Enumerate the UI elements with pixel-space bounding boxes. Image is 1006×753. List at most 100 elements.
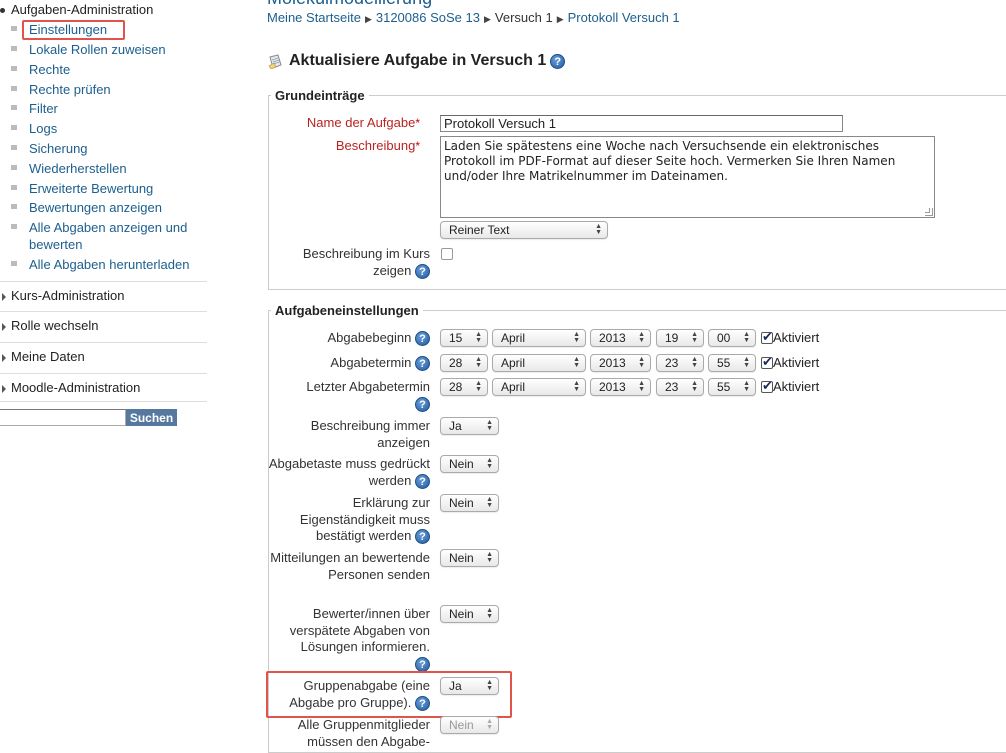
- required-icon: *: [415, 139, 420, 153]
- enable-label: Aktiviert: [773, 355, 820, 370]
- divider: [0, 401, 207, 402]
- select-arrows-icon: ▲ ▼: [638, 331, 645, 344]
- sidebar-item-filter[interactable]: Filter: [11, 100, 204, 117]
- month-select[interactable]: April ▲ ▼: [492, 378, 586, 396]
- date-label-abgabebeginn: Abgabebeginn ?: [268, 330, 430, 347]
- select-arrows-icon: ▲ ▼: [573, 356, 580, 369]
- course-title[interactable]: Molekülmodellierung: [267, 0, 432, 9]
- show-desc-label: Beschreibung im Kurs zeigen ?: [302, 246, 430, 279]
- select-arrows-icon: ▲ ▼: [691, 380, 698, 393]
- year-select[interactable]: 2013 ▲ ▼: [590, 329, 651, 347]
- help-icon[interactable]: ?: [415, 396, 430, 412]
- select-arrows-icon: ▲ ▼: [743, 331, 750, 344]
- help-icon[interactable]: ?: [415, 529, 430, 545]
- option-select-verspaetete-abgaben[interactable]: Nein ▲ ▼: [440, 605, 499, 623]
- option-label-abgabetaste: Abgabetaste muss gedrückt werden ?: [268, 456, 430, 489]
- option-select-beschreibung-immer[interactable]: Ja ▲ ▼: [440, 417, 499, 435]
- select-arrows-icon: ▲ ▼: [486, 718, 493, 731]
- option-select-abgabetaste[interactable]: Nein ▲ ▼: [440, 455, 499, 473]
- select-arrows-icon: ▲ ▼: [638, 356, 645, 369]
- help-icon[interactable]: ?: [415, 473, 430, 489]
- sidebar-item-wiederherstellen[interactable]: Wiederherstellen: [11, 160, 204, 177]
- enable-checkbox[interactable]: [761, 378, 773, 394]
- description-label: Beschreibung*: [335, 138, 420, 153]
- enable-label: Aktiviert: [773, 379, 820, 394]
- sidebar-block-meine-daten[interactable]: Meine Daten: [2, 349, 85, 364]
- sidebar-item-lokale-rollen[interactable]: Lokale Rollen zuweisen: [11, 41, 204, 58]
- description-text: Laden Sie spätestens eine Woche nach Ver…: [444, 139, 896, 183]
- enable-checkbox[interactable]: [761, 329, 773, 345]
- select-arrows-icon: ▲ ▼: [486, 457, 493, 470]
- select-arrows-icon: ▲ ▼: [475, 331, 482, 344]
- help-icon[interactable]: ?: [415, 263, 430, 279]
- resize-handle-icon[interactable]: [925, 208, 933, 216]
- select-arrows-icon: ▲ ▼: [486, 607, 493, 620]
- highlight-gruppenabgabe: [266, 671, 512, 718]
- breadcrumb-item-versuch[interactable]: Versuch 1: [495, 10, 553, 25]
- required-icon: *: [415, 116, 420, 130]
- search-button[interactable]: Suchen: [126, 409, 177, 426]
- minute-select[interactable]: 55 ▲ ▼: [708, 354, 756, 372]
- enable-checkbox[interactable]: [761, 354, 773, 370]
- hour-select[interactable]: 23 ▲ ▼: [656, 378, 704, 396]
- sidebar-item-erweiterte-bewertung[interactable]: Erweiterte Bewertung: [11, 180, 204, 197]
- help-icon[interactable]: ?: [550, 53, 566, 69]
- year-select[interactable]: 2013 ▲ ▼: [590, 354, 651, 372]
- sidebar-item-rechte[interactable]: Rechte: [11, 61, 204, 78]
- option-select-alle-gruppenmitglieder[interactable]: Nein ▲ ▼: [440, 716, 499, 734]
- help-icon[interactable]: ?: [415, 331, 430, 347]
- option-label-alle-gruppenmitglieder: Alle Gruppenmitglieder müssen den Abgabe…: [297, 717, 430, 749]
- sidebar-item-logs[interactable]: Logs: [11, 120, 204, 137]
- date-label-abgabetermin: Abgabetermin ?: [268, 355, 430, 372]
- hour-select[interactable]: 19 ▲ ▼: [656, 329, 704, 347]
- minute-select[interactable]: 00 ▲ ▼: [708, 329, 756, 347]
- select-arrows-icon: ▲ ▼: [691, 331, 698, 344]
- divider: [0, 342, 207, 343]
- year-select[interactable]: 2013 ▲ ▼: [590, 378, 651, 396]
- breadcrumb-link-protokoll[interactable]: Protokoll Versuch 1: [568, 10, 680, 25]
- help-icon[interactable]: ?: [415, 656, 430, 672]
- sidebar-item-rechte-pruefen[interactable]: Rechte prüfen: [11, 81, 204, 98]
- select-arrows-icon: ▲ ▼: [743, 356, 750, 369]
- option-select-erklaerung[interactable]: Nein ▲ ▼: [440, 494, 499, 512]
- sidebar-item-bewertungen-anzeigen[interactable]: Bewertungen anzeigen: [11, 199, 204, 216]
- name-input[interactable]: [440, 115, 843, 132]
- select-arrows-icon: ▲ ▼: [638, 380, 645, 393]
- sidebar-block-kurs-administration[interactable]: Kurs-Administration: [1, 288, 124, 303]
- minute-select[interactable]: 55 ▲ ▼: [708, 378, 756, 396]
- sidebar-block-moodle-administration[interactable]: Moodle-Administration: [1, 380, 140, 395]
- month-select[interactable]: April ▲ ▼: [492, 329, 586, 347]
- select-arrows-icon: ▲ ▼: [486, 551, 493, 564]
- select-arrows-icon: ▲ ▼: [475, 380, 482, 393]
- select-arrows-icon: ▲ ▼: [573, 331, 580, 344]
- format-select[interactable]: Reiner Text ▲ ▼: [440, 221, 608, 239]
- sidebar-item-alle-abgaben-anzeigen[interactable]: Alle Abgaben anzeigen und bewerten: [11, 219, 204, 253]
- help-icon[interactable]: ?: [415, 356, 430, 372]
- select-arrows-icon: ▲ ▼: [595, 223, 602, 236]
- breadcrumb-link-startseite[interactable]: Meine Startseite: [267, 10, 361, 25]
- day-select[interactable]: 28 ▲ ▼: [440, 378, 488, 396]
- breadcrumb-separator-icon: ▶: [483, 14, 491, 24]
- sidebar-section-title[interactable]: Aufgaben-Administration: [0, 2, 153, 17]
- option-label-mitteilungen: Mitteilungen an bewertende Personen send…: [270, 550, 430, 582]
- sidebar-block-rolle-wechseln[interactable]: Rolle wechseln: [1, 318, 98, 333]
- show-desc-checkbox[interactable]: [441, 248, 453, 260]
- day-select[interactable]: 15 ▲ ▼: [440, 329, 488, 347]
- name-label: Name der Aufgabe*: [306, 115, 420, 130]
- search-input[interactable]: [0, 409, 126, 426]
- breadcrumb-separator-icon: ▶: [556, 14, 564, 24]
- description-textarea[interactable]: Laden Sie spätestens eine Woche nach Ver…: [440, 136, 935, 218]
- month-select[interactable]: April ▲ ▼: [492, 354, 586, 372]
- page-title: Aktualisiere Aufgabe in Versuch 1: [289, 52, 547, 69]
- sidebar-item-alle-abgaben-herunterladen[interactable]: Alle Abgaben herunterladen: [11, 256, 204, 273]
- sidebar-item-sicherung[interactable]: Sicherung: [11, 140, 204, 157]
- breadcrumb: Meine Startseite ▶ 3120086 SoSe 13 ▶ Versuch…: [267, 10, 680, 25]
- day-select[interactable]: 28 ▲ ▼: [440, 354, 488, 372]
- option-select-mitteilungen[interactable]: Nein ▲ ▼: [440, 549, 499, 567]
- select-arrows-icon: ▲ ▼: [486, 496, 493, 509]
- hour-select[interactable]: 23 ▲ ▼: [656, 354, 704, 372]
- select-arrows-icon: ▲ ▼: [691, 356, 698, 369]
- breadcrumb-link-course[interactable]: 3120086 SoSe 13: [376, 10, 480, 25]
- highlight-einstellungen: [22, 20, 125, 40]
- legend-aufgabeneinstellungen: Aufgabeneinstellungen: [275, 303, 419, 318]
